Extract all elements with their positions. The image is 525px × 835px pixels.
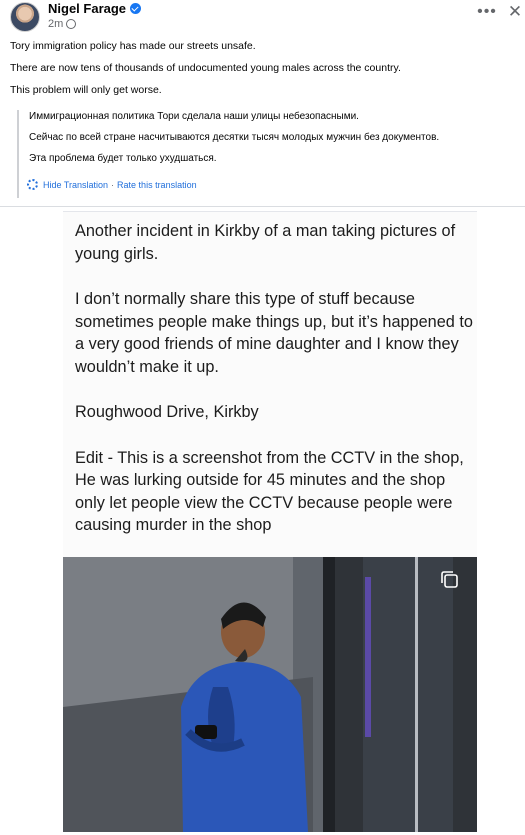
close-button[interactable]: ✕: [506, 2, 524, 22]
more-dots-icon: •••: [477, 3, 497, 20]
post-line: Tory immigration policy has made our str…: [10, 40, 256, 52]
multiple-photos-icon: [441, 571, 458, 588]
close-icon: ✕: [507, 2, 523, 21]
translation-line: Иммиграционная политика Тори сделала наш…: [29, 111, 359, 122]
verified-badge-icon: [130, 3, 142, 14]
screenshot-text: Another incident in Kirkby of a man taki…: [75, 220, 475, 560]
translation-line: Сейчас по всей стране насчитываются деся…: [29, 132, 440, 143]
cctv-scene: [63, 557, 477, 832]
translation-line: Эта проблема будет только ухудшаться.: [29, 153, 217, 164]
more-options-button[interactable]: •••: [476, 2, 498, 22]
post-meta: 2m: [48, 18, 77, 30]
post-line: There are now tens of thousands of undoc…: [10, 62, 401, 74]
translation-actions: Hide Translation · Rate this translation: [27, 179, 197, 190]
gear-icon: [27, 179, 38, 190]
screenshot-paragraph: Edit - This is a screenshot from the CCT…: [75, 448, 464, 535]
author-name[interactable]: Nigel Farage: [48, 1, 126, 16]
post-body: Tory immigration policy has made our str…: [10, 40, 515, 106]
post-media[interactable]: Another incident in Kirkby of a man taki…: [0, 206, 525, 835]
author-name-row: Nigel Farage: [48, 1, 142, 16]
screenshot-paragraph: I don’t normally share this type of stuf…: [75, 290, 473, 376]
facebook-post: Nigel Farage 2m ••• ✕ Tory immigration p…: [0, 0, 525, 835]
translation-block: Иммиграционная политика Тори сделала наш…: [17, 110, 517, 198]
cctv-image[interactable]: [63, 557, 477, 832]
author-avatar[interactable]: [10, 2, 40, 32]
rate-translation-link[interactable]: Rate this translation: [117, 180, 197, 190]
post-header: Nigel Farage 2m ••• ✕: [10, 0, 522, 34]
globe-icon: [66, 19, 77, 29]
screenshot-paragraph: Another incident in Kirkby of a man taki…: [75, 222, 456, 263]
hide-translation-link[interactable]: Hide Translation: [43, 180, 108, 190]
post-time[interactable]: 2m: [48, 18, 63, 30]
shared-screenshot: Another incident in Kirkby of a man taki…: [63, 211, 477, 832]
post-line: This problem will only get worse.: [10, 84, 162, 96]
separator: ·: [111, 179, 115, 190]
screenshot-paragraph: Roughwood Drive, Kirkby: [75, 403, 259, 421]
